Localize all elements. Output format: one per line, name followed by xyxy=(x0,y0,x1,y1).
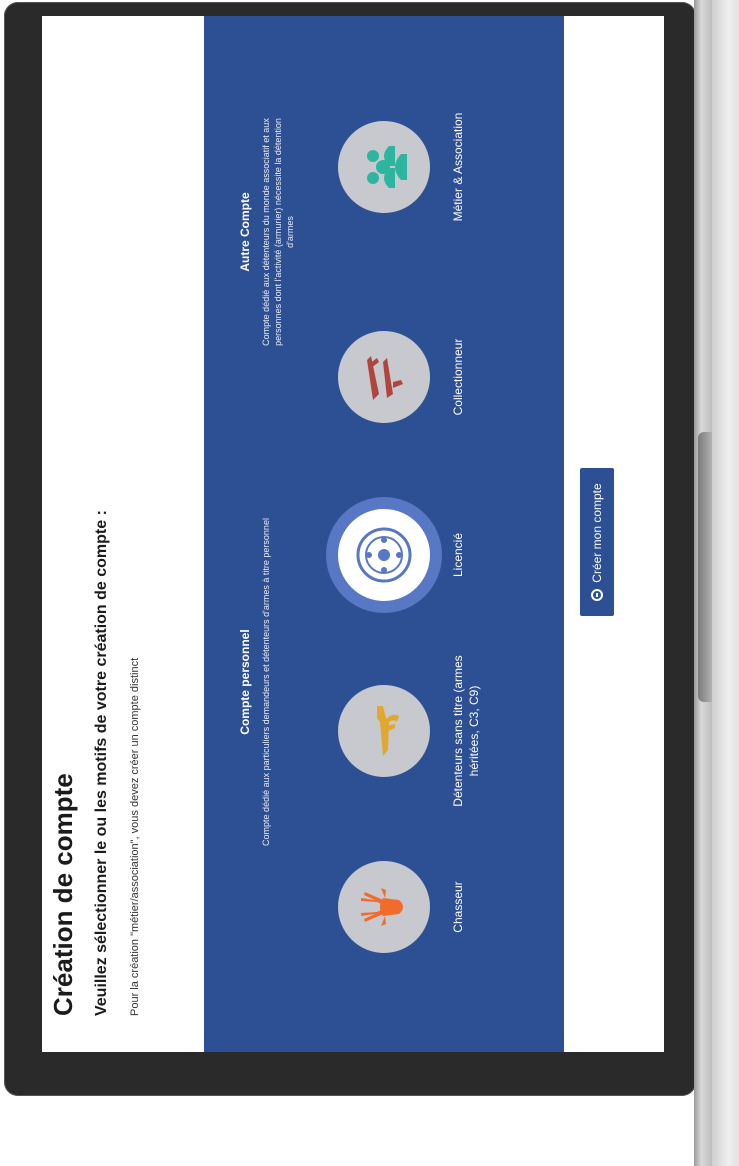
antique-weapons-icon xyxy=(367,356,403,400)
option-collectionneur-label: Collectionneur xyxy=(451,338,465,416)
option-collectionneur[interactable]: Collectionneur xyxy=(338,292,466,462)
account-reason-options: Chasseur Détenteurs sans titre (armes hé… xyxy=(338,16,548,1052)
option-metier-association-label: Métier & Association xyxy=(451,112,465,222)
option-detenteurs-circle[interactable] xyxy=(338,685,430,777)
option-licencie[interactable]: Licencié xyxy=(338,470,466,640)
page-title: Création de compte xyxy=(48,773,78,1016)
other-account-group: Autre Compte Compte dédié aux détenteurs… xyxy=(238,102,296,362)
option-chasseur[interactable]: Chasseur xyxy=(338,822,466,992)
option-metier-association-circle[interactable] xyxy=(338,121,430,213)
personal-account-description: Compte dédié aux particuliers demandeurs… xyxy=(261,518,271,846)
page-subtitle: Veuillez sélectionner le ou les motifs d… xyxy=(93,510,110,1016)
page-note: Pour la création "métier/association", v… xyxy=(129,657,141,1016)
people-group-icon xyxy=(367,146,407,188)
personal-account-group: Compte personnel Compte dédié aux partic… xyxy=(238,442,272,922)
option-detenteurs-label: Détenteurs sans titre (armes héritées, C… xyxy=(451,655,481,807)
create-account-button-label: Créer mon compte xyxy=(590,483,604,583)
rifle-icon xyxy=(377,706,399,756)
account-type-panel: Compte personnel Compte dédié aux partic… xyxy=(204,16,564,1052)
option-licencie-label: Licencié xyxy=(451,532,465,578)
deer-head-icon xyxy=(361,888,403,926)
option-chasseur-label: Chasseur xyxy=(451,881,465,933)
create-account-button[interactable]: Créer mon compte xyxy=(580,468,614,616)
page-header: Création de compte Veuillez sélectionner… xyxy=(48,56,141,1016)
other-account-title: Autre Compte xyxy=(238,192,252,272)
option-detenteurs[interactable]: Détenteurs sans titre (armes héritées, C… xyxy=(338,646,482,816)
option-chasseur-circle[interactable] xyxy=(338,861,430,953)
option-collectionneur-circle[interactable] xyxy=(338,331,430,423)
option-metier-association[interactable]: Métier & Association xyxy=(338,82,466,252)
other-account-description: Compte dédié aux détenteurs du monde ass… xyxy=(261,118,295,346)
page-footer xyxy=(638,56,654,1016)
personal-account-title: Compte personnel xyxy=(238,629,252,735)
shooting-target-icon xyxy=(356,527,412,583)
option-licencie-circle[interactable] xyxy=(338,509,430,601)
laptop-screen: Création de compte Veuillez sélectionner… xyxy=(42,16,664,1052)
arrow-circle-icon xyxy=(591,588,603,601)
laptop-base-edge xyxy=(712,0,739,1166)
account-creation-page: Création de compte Veuillez sélectionner… xyxy=(42,16,664,1052)
